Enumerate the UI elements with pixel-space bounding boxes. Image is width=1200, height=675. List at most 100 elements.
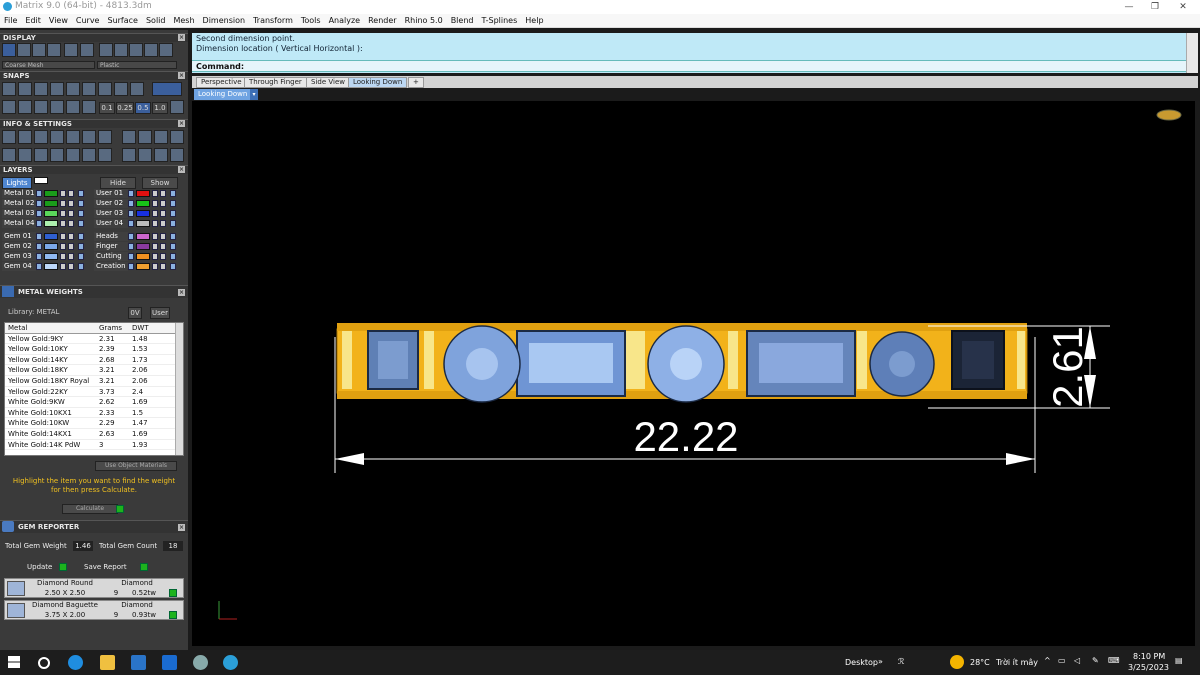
table-row[interactable]: White Gold:10KW 2.29 1.47: [5, 418, 183, 429]
snap-value-0-5[interactable]: 0.5: [135, 102, 151, 114]
app-icon-gem[interactable]: [193, 655, 208, 670]
menu-mesh[interactable]: Mesh: [173, 14, 194, 27]
menu-solid[interactable]: Solid: [146, 14, 166, 27]
info-display-button[interactable]: [98, 148, 112, 162]
layer-info-icon[interactable]: [78, 210, 84, 217]
layer-color-swatch[interactable]: [44, 243, 58, 250]
lock-icon[interactable]: [60, 200, 66, 207]
display-wireframe-button[interactable]: [17, 43, 31, 57]
layer-select-icon[interactable]: [36, 210, 42, 217]
layer-color-swatch[interactable]: [44, 200, 58, 207]
layer-row-gem-04[interactable]: Gem 04: [2, 262, 90, 271]
close-icon[interactable]: ×: [178, 120, 185, 127]
metal-weights-table[interactable]: Metal Grams DWT Yellow Gold:9KY 2.31 1.48 Y…: [4, 322, 184, 456]
layer-row-user-02[interactable]: User 02: [94, 199, 182, 208]
layer-select-icon[interactable]: [36, 233, 42, 240]
layer-info-icon[interactable]: [78, 263, 84, 270]
snap-near-button[interactable]: [18, 82, 32, 96]
lock-icon[interactable]: [152, 190, 158, 197]
visibility-icon[interactable]: [160, 220, 166, 227]
snap-center-button[interactable]: [82, 82, 96, 96]
material-blue-button[interactable]: [159, 43, 173, 57]
display-shaded-button[interactable]: [32, 43, 46, 57]
lock-icon[interactable]: [152, 220, 158, 227]
layer-select-icon[interactable]: [128, 200, 134, 207]
lock-icon[interactable]: [60, 233, 66, 240]
info-properties-button[interactable]: [66, 130, 80, 144]
layer-row-gem-03[interactable]: Gem 03: [2, 252, 90, 261]
mail-icon[interactable]: [162, 655, 177, 670]
visibility-icon[interactable]: [160, 190, 166, 197]
minimize-button[interactable]: —: [1116, 0, 1142, 14]
navigation-widget-icon[interactable]: [1156, 109, 1182, 121]
table-row[interactable]: Yellow Gold:14KY 2.68 1.73: [5, 355, 183, 366]
layer-row-gem-02[interactable]: Gem 02: [2, 242, 90, 251]
lock-icon[interactable]: [152, 263, 158, 270]
lights-button[interactable]: Lights: [2, 177, 32, 189]
lock-icon[interactable]: [60, 253, 66, 260]
tab-perspective[interactable]: Perspective: [196, 77, 247, 88]
menu-blend[interactable]: Blend: [451, 14, 474, 27]
visibility-icon[interactable]: [160, 243, 166, 250]
layer-row-cutting[interactable]: Cutting: [94, 252, 182, 261]
snap-mid-button[interactable]: [50, 82, 64, 96]
visibility-icon[interactable]: [68, 220, 74, 227]
layer-row-user-03[interactable]: User 03: [94, 209, 182, 218]
visibility-icon[interactable]: [68, 200, 74, 207]
layer-color-swatch[interactable]: [136, 263, 150, 270]
menu-tsplines[interactable]: T-Splines: [481, 14, 517, 27]
gem-detail-button[interactable]: [169, 589, 177, 597]
menu-transform[interactable]: Transform: [253, 14, 293, 27]
table-row[interactable]: White Gold:14K PdW 3 1.93: [5, 440, 183, 451]
info-tool-d-button[interactable]: [170, 130, 184, 144]
lock-icon[interactable]: [152, 233, 158, 240]
visibility-icon[interactable]: [68, 243, 74, 250]
snap-perp-button[interactable]: [66, 82, 80, 96]
viewport-looking-down[interactable]: 22.22 2.61: [192, 101, 1195, 646]
material-white-button[interactable]: [99, 43, 113, 57]
snap-tan-button[interactable]: [130, 82, 144, 96]
close-icon[interactable]: ×: [178, 72, 185, 79]
weather-text[interactable]: Trời ít mây: [996, 658, 1038, 667]
menu-surface[interactable]: Surface: [107, 14, 137, 27]
menu-curve[interactable]: Curve: [76, 14, 100, 27]
material-silver-button[interactable]: [114, 43, 128, 57]
menu-dimension[interactable]: Dimension: [203, 14, 246, 27]
store-icon[interactable]: [131, 655, 146, 670]
snap-value-0-1[interactable]: 0.1: [99, 102, 115, 114]
layer-info-icon[interactable]: [170, 200, 176, 207]
table-row[interactable]: Yellow Gold:9KY 2.31 1.48: [5, 334, 183, 345]
lock-icon[interactable]: [152, 243, 158, 250]
windows-start-icon[interactable]: [8, 656, 20, 668]
layer-info-icon[interactable]: [78, 190, 84, 197]
layer-info-icon[interactable]: [170, 210, 176, 217]
layer-info-icon[interactable]: [78, 233, 84, 240]
layer-color-swatch[interactable]: [136, 243, 150, 250]
weather-icon[interactable]: [950, 655, 964, 669]
hide-button[interactable]: Hide: [100, 177, 136, 189]
network-icon[interactable]: ▭: [1058, 656, 1066, 665]
layer-select-icon[interactable]: [128, 220, 134, 227]
layer-row-metal-03[interactable]: Metal 03: [2, 209, 90, 218]
visibility-icon[interactable]: [68, 190, 74, 197]
tab-through-finger[interactable]: Through Finger: [244, 77, 307, 88]
pen-icon[interactable]: ℛ: [898, 657, 904, 666]
layer-row-user-04[interactable]: User 04: [94, 219, 182, 228]
layer-select-icon[interactable]: [128, 263, 134, 270]
menu-view[interactable]: View: [49, 14, 68, 27]
weather-temp[interactable]: 28°C: [970, 658, 990, 667]
menu-tools[interactable]: Tools: [301, 14, 321, 27]
close-icon[interactable]: ×: [178, 289, 185, 296]
snap-point-button[interactable]: [34, 82, 48, 96]
close-icon[interactable]: ×: [178, 524, 185, 531]
table-row[interactable]: Yellow Gold:22KY 3.73 2.4: [5, 387, 183, 398]
lock-icon[interactable]: [60, 220, 66, 227]
info-select-button[interactable]: [50, 130, 64, 144]
close-icon[interactable]: ×: [178, 166, 185, 173]
language-icon[interactable]: ⌨: [1108, 656, 1120, 665]
mesh-quality-select[interactable]: Coarse Mesh: [2, 61, 95, 69]
lights-swatch[interactable]: [34, 177, 48, 184]
layer-color-swatch[interactable]: [44, 263, 58, 270]
snap-osnap-button[interactable]: [66, 100, 80, 114]
layer-color-swatch[interactable]: [136, 190, 150, 197]
